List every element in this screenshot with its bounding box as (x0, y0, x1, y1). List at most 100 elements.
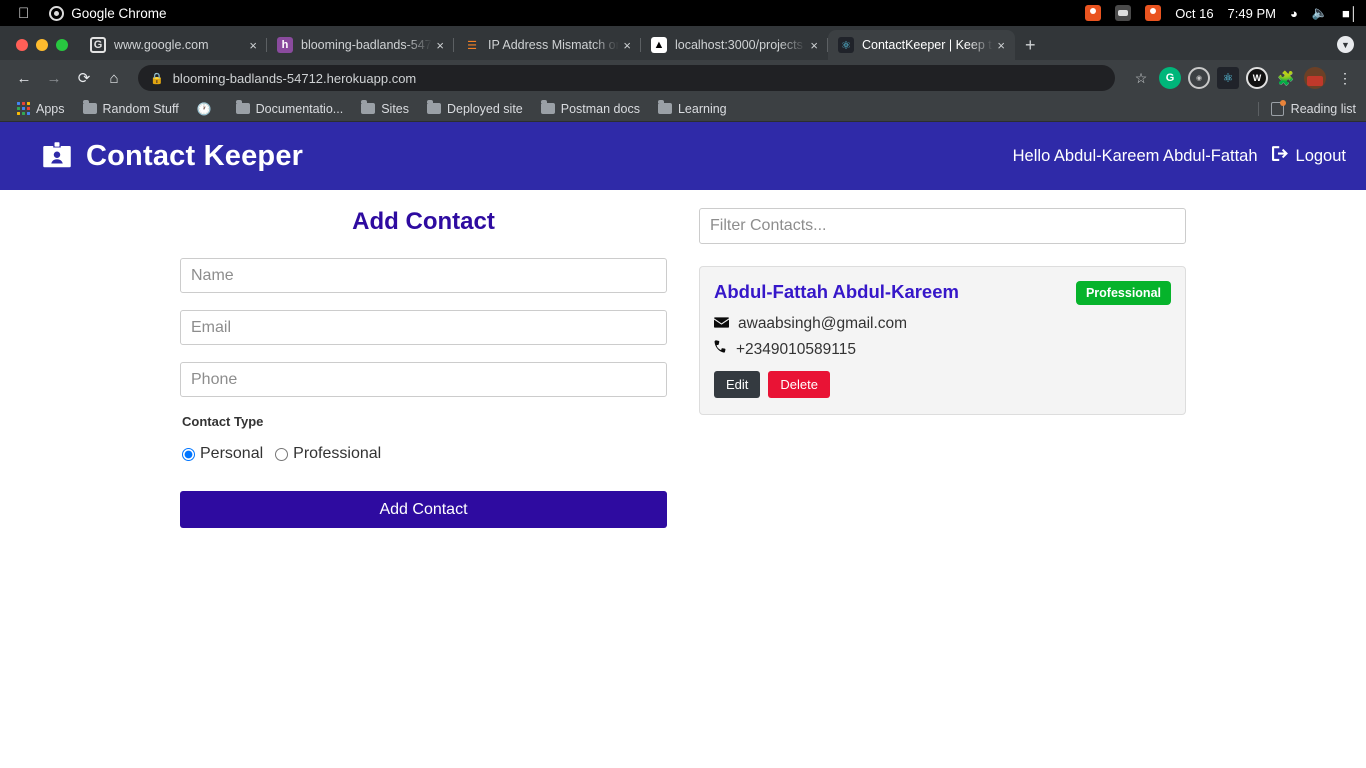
phone-input[interactable] (180, 362, 667, 397)
history-clock-icon: 🕐 (196, 101, 212, 116)
forward-button[interactable]: → (40, 64, 68, 92)
reading-list-label: Reading list (1290, 101, 1356, 116)
tab-title: localhost:3000/projects (675, 38, 803, 52)
vercel-icon: ▲ (651, 37, 667, 53)
delete-contact-button[interactable]: Delete (768, 371, 830, 398)
maximize-window-button[interactable] (56, 39, 68, 51)
bookmark-postman-docs[interactable]: Postman docs (534, 100, 647, 118)
reading-list-button[interactable]: Reading list (1257, 99, 1356, 116)
tab-close-icon[interactable]: × (993, 39, 1009, 52)
tab-close-icon[interactable]: × (619, 39, 635, 52)
apps-grid-icon (17, 102, 30, 115)
folder-icon (657, 100, 672, 114)
folder-icon (235, 100, 250, 114)
browser-tab[interactable]: ▲ localhost:3000/projects × (641, 30, 828, 60)
react-devtools-icon[interactable]: ⚛ (1217, 67, 1239, 89)
navbar-right: Hello Abdul-Kareem Abdul-Fattah Logout (1013, 146, 1346, 166)
logout-label: Logout (1295, 146, 1346, 165)
contact-type-badge: Professional (1075, 281, 1171, 305)
wappalyzer-icon[interactable]: W (1246, 67, 1268, 89)
bookmark-history[interactable]: 🕐 (190, 100, 225, 118)
stackoverflow-icon: ☰ (467, 39, 477, 52)
address-bar[interactable]: 🔒 blooming-badlands-54712.herokuapp.com (138, 65, 1115, 91)
reload-button[interactable]: ⟳ (70, 64, 98, 92)
bookmark-deployed-site[interactable]: Deployed site (420, 100, 530, 118)
grammarly-icon[interactable]: G (1159, 67, 1181, 89)
tab-title: IP Address Mismatch on a (488, 38, 620, 52)
contact-card-header: Abdul-Fattah Abdul-Kareem Professional (714, 281, 1171, 305)
vlc-icon[interactable] (1145, 5, 1162, 21)
battery-icon[interactable]: ■│ (1342, 6, 1358, 21)
chrome-menu-icon[interactable]: ⋮ (1334, 67, 1356, 89)
add-contact-form-column: Add Contact Contact Type Personal Profes… (180, 208, 667, 528)
contact-phone: +2349010589115 (736, 340, 856, 358)
home-button[interactable]: ⌂ (100, 64, 128, 92)
phone-icon (714, 340, 727, 359)
target-icon[interactable]: ◉ (1188, 67, 1210, 89)
browser-tab[interactable]: h blooming-badlands-54712 × (267, 30, 454, 60)
contact-details-list: awaabsingh@gmail.com +2349010589115 (714, 315, 1171, 359)
puzzle-icon[interactable]: 🧩 (1275, 67, 1297, 89)
id-card-icon (42, 141, 72, 171)
bookmark-label: Deployed site (447, 101, 523, 116)
form-title: Add Contact (352, 208, 495, 235)
react-icon: ⚛ (838, 37, 854, 53)
minimize-window-button[interactable] (36, 39, 48, 51)
wifi-icon[interactable]: ◕ (1290, 6, 1298, 21)
browser-toolbar: ← → ⟳ ⌂ 🔒 blooming-badlands-54712.heroku… (0, 60, 1366, 96)
bookmark-apps[interactable]: Apps (10, 100, 72, 118)
radio-professional[interactable] (275, 447, 289, 461)
bookmark-label: Sites (381, 101, 409, 116)
profile-avatar[interactable] (1304, 67, 1326, 89)
active-app-name[interactable]: Google Chrome (71, 6, 166, 21)
close-window-button[interactable] (16, 39, 28, 51)
screencast-icon[interactable] (1115, 5, 1132, 21)
back-button[interactable]: ← (10, 64, 38, 92)
bookmark-sites[interactable]: Sites (354, 100, 416, 118)
email-input[interactable] (180, 310, 667, 345)
address-bar-url: blooming-badlands-54712.herokuapp.com (172, 70, 417, 86)
browser-tab[interactable]: G www.google.com × (80, 30, 267, 60)
folder-icon (540, 100, 555, 114)
tab-search-chevron-down-icon[interactable]: ▼ (1337, 36, 1354, 53)
menubar-date: Oct 16 (1175, 5, 1214, 21)
browser-tab-strip: G www.google.com × h blooming-badlands-5… (0, 26, 1366, 60)
tab-title: www.google.com (114, 38, 209, 52)
filter-contacts-input[interactable] (699, 208, 1186, 244)
window-controls (8, 39, 80, 60)
app-brand[interactable]: Contact Keeper (42, 140, 303, 173)
bookmark-star-icon[interactable]: ☆ (1130, 67, 1152, 89)
contact-type-legend: Contact Type (182, 414, 264, 429)
tab-title: ContactKeeper | Keep tra (862, 38, 994, 52)
app-title: Contact Keeper (86, 139, 304, 172)
heroku-icon: h (277, 37, 293, 53)
reading-list-icon (1270, 99, 1286, 116)
tab-close-icon[interactable]: × (432, 39, 448, 52)
folder-icon (427, 100, 441, 114)
contact-email-row: awaabsingh@gmail.com (714, 315, 1171, 333)
user-greeting: Hello Abdul-Kareem Abdul-Fattah (1012, 146, 1258, 165)
bookmark-documentation[interactable]: Documentatio... (229, 100, 351, 118)
tab-close-icon[interactable]: × (245, 39, 261, 52)
edit-contact-button[interactable]: Edit (714, 371, 761, 398)
bookmark-learning[interactable]: Learning (651, 100, 734, 118)
tab-close-icon[interactable]: × (806, 39, 822, 52)
volume-icon[interactable]: 🔈 (1312, 5, 1328, 21)
radio-personal[interactable] (182, 447, 195, 461)
radio-personal-label[interactable]: Personal (200, 445, 263, 463)
add-contact-submit-button[interactable]: Add Contact (180, 491, 667, 528)
apple-icon[interactable]:  (18, 6, 29, 21)
lock-icon: 🔒 (150, 72, 164, 85)
ubuntu-indicator-icon[interactable] (1085, 5, 1102, 21)
bookmark-random-stuff[interactable]: Random Stuff (76, 100, 186, 118)
logout-button[interactable]: Logout (1271, 146, 1346, 166)
folder-icon (361, 100, 376, 114)
name-input[interactable] (180, 258, 667, 293)
browser-tab-active[interactable]: ⚛ ContactKeeper | Keep tra × (828, 30, 1015, 60)
page-viewport: Contact Keeper Hello Abdul-Kareem Abdul-… (0, 122, 1366, 708)
chrome-icon (49, 5, 65, 21)
sign-out-icon (1271, 146, 1289, 166)
radio-professional-label[interactable]: Professional (293, 445, 381, 463)
new-tab-button[interactable]: + (1015, 36, 1046, 60)
browser-tab[interactable]: ☰ IP Address Mismatch on a × (454, 30, 641, 60)
